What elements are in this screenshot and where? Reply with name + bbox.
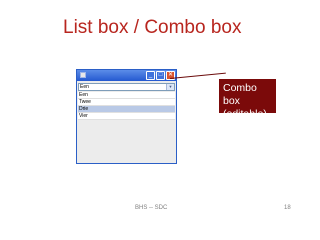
- maximize-button[interactable]: □: [156, 71, 165, 80]
- callout-pointer-line: [170, 72, 226, 79]
- combo-box-value[interactable]: Een: [80, 84, 89, 90]
- chevron-down-icon[interactable]: ▼: [166, 84, 174, 90]
- slide-title: List box / Combo box: [63, 17, 242, 38]
- combo-box[interactable]: Een ▼: [78, 83, 175, 91]
- minimize-button[interactable]: _: [146, 71, 155, 80]
- app-window: _ □ ✕ Een ▼ Een Twee Drie Vier: [76, 69, 177, 164]
- slide-footer: BHS -- SDC: [135, 205, 168, 211]
- window-titlebar[interactable]: _ □ ✕: [77, 70, 176, 81]
- list-item-selected[interactable]: Drie: [78, 106, 175, 113]
- list-item[interactable]: Twee: [78, 99, 175, 106]
- callout-line-1: Combo box: [223, 82, 257, 107]
- list-item[interactable]: Vier: [78, 113, 175, 120]
- callout-box: Combo box (editable): [219, 79, 276, 120]
- list-box[interactable]: Een Twee Drie Vier: [78, 92, 175, 162]
- list-item[interactable]: Een: [78, 92, 175, 99]
- page-number: 18: [284, 205, 291, 211]
- window-app-icon: [80, 72, 86, 78]
- callout-line-2: (editable): [223, 108, 267, 120]
